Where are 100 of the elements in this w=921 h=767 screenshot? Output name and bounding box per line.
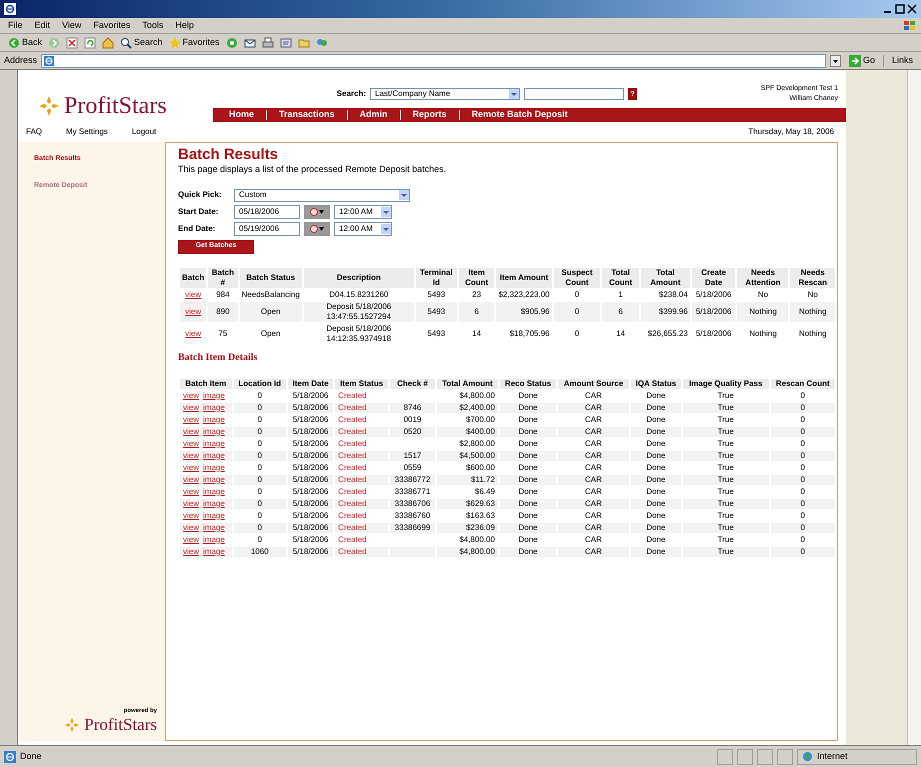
table-cell-text: 0 (256, 510, 263, 520)
nav-link[interactable]: Transactions (279, 108, 335, 122)
address-field[interactable] (41, 54, 826, 68)
menu-item[interactable]: Favorites (93, 18, 130, 32)
table-cell-text: Done (645, 438, 666, 448)
menu-item[interactable]: Edit (34, 18, 50, 32)
printer-icon[interactable] (262, 36, 274, 48)
table-cell-text: 0520 (402, 426, 422, 436)
search-select[interactable]: Last/Company Name (370, 88, 520, 100)
table-cell-text: 0019 (402, 414, 422, 424)
table-cell-text: $4,800.00 (458, 534, 496, 544)
table-cell-text: $2,323,223.00 (497, 290, 551, 300)
table-cell-text: 5493 (426, 306, 446, 318)
table-cell-text: 0 (800, 486, 806, 496)
view-link[interactable]: view (185, 328, 202, 338)
item-link[interactable]: view (183, 462, 200, 472)
mail-icon[interactable] (244, 36, 256, 48)
nav-link[interactable]: Home (229, 108, 254, 122)
item-link[interactable]: image (203, 462, 225, 472)
item-link[interactable]: view (183, 450, 200, 460)
page-icon (44, 56, 54, 66)
links-button[interactable]: Links (888, 54, 917, 68)
time-select[interactable]: 12:00 AM (334, 204, 392, 218)
item-link[interactable]: image (203, 486, 225, 496)
nav-link[interactable]: Remote Batch Deposit (472, 108, 568, 122)
search-button[interactable]: Search (120, 36, 163, 50)
table-cell-text: CAR (584, 522, 603, 532)
nav-link[interactable]: Reports (412, 108, 447, 122)
maximize-icon[interactable] (895, 4, 905, 14)
item-link[interactable]: image (203, 546, 225, 556)
item-link[interactable]: image (203, 450, 225, 460)
search-field[interactable] (524, 88, 624, 100)
item-link[interactable]: image (203, 474, 225, 484)
menu-item[interactable]: View (62, 18, 82, 32)
go-button[interactable]: Go (844, 54, 879, 68)
menu-item[interactable]: Help (175, 18, 194, 32)
item-link[interactable]: view (183, 498, 200, 508)
quick-pick-select[interactable]: Custom (234, 188, 410, 202)
status-text: Created (337, 498, 368, 508)
back-button[interactable]: Back (8, 36, 42, 50)
item-link[interactable]: image (203, 414, 225, 424)
item-link[interactable]: view (183, 510, 200, 520)
item-link[interactable]: image (203, 438, 225, 448)
scrollbar[interactable] (907, 70, 921, 745)
item-link[interactable]: image (203, 402, 225, 412)
nav-link[interactable]: Admin (360, 108, 388, 122)
table-cell-text: 33386699 (394, 522, 432, 532)
document-icon[interactable] (280, 36, 292, 48)
top-link[interactable]: Logout (132, 126, 156, 138)
item-link[interactable]: view (183, 522, 200, 532)
table-cell-text: Done (517, 522, 539, 532)
item-link[interactable]: view (183, 414, 200, 424)
table-cell-text: 5/18/2006 (292, 390, 330, 400)
stop-icon[interactable] (66, 36, 78, 48)
folder-icon[interactable] (298, 36, 310, 48)
media-icon[interactable] (226, 36, 238, 48)
item-link[interactable]: view (183, 426, 200, 436)
item-link[interactable]: image (203, 522, 225, 532)
view-link[interactable]: view (185, 306, 202, 316)
menu-item[interactable]: Tools (142, 18, 164, 32)
calendar-button[interactable] (304, 222, 330, 236)
table-cell-text: True (716, 474, 735, 484)
item-link[interactable]: view (183, 474, 200, 484)
view-link[interactable]: view (185, 290, 202, 298)
item-link[interactable]: view (183, 546, 200, 556)
date-field[interactable]: 05/18/2006 (234, 204, 300, 218)
item-link[interactable]: image (203, 426, 225, 436)
item-link[interactable]: view (183, 438, 200, 448)
close-icon[interactable] (907, 4, 917, 14)
house-icon[interactable] (102, 36, 114, 48)
column-header: Amount Source (558, 378, 629, 388)
top-link[interactable]: My Settings (66, 126, 108, 138)
item-link[interactable]: image (203, 534, 225, 544)
item-link[interactable]: view (183, 534, 200, 544)
table-cell-text: 5/18/2006 (292, 546, 330, 556)
menu-item[interactable]: File (8, 18, 23, 32)
table-cell-text: 6 (617, 306, 624, 318)
item-link[interactable]: image (203, 510, 225, 520)
table-cell-text: 33386772 (394, 474, 432, 484)
item-link[interactable]: image (203, 498, 225, 508)
table-cell-text: $2,800.00 (458, 438, 496, 448)
table-cell-text: NeedsBalancing (240, 290, 301, 300)
date-field[interactable]: 05/19/2006 (234, 222, 300, 236)
time-select[interactable]: 12:00 AM (334, 222, 392, 236)
favorites-button[interactable]: Favorites (168, 36, 220, 50)
table-cell-text: 0 (800, 546, 806, 556)
refresh-icon[interactable] (84, 36, 96, 48)
table-cell-text: 14 (471, 328, 482, 340)
calendar-button[interactable] (304, 204, 330, 218)
top-link[interactable]: FAQ (26, 126, 42, 138)
table-cell-text: Nothing (748, 328, 778, 340)
item-link[interactable]: view (183, 486, 200, 496)
table-cell-text: 0 (800, 462, 806, 472)
item-link[interactable]: view (183, 390, 200, 400)
table-cell-text: $11.72 (470, 474, 496, 484)
item-link[interactable]: image (203, 390, 225, 400)
table-cell-text: Open (260, 306, 282, 318)
status-text: Created (337, 462, 368, 472)
item-link[interactable]: view (183, 402, 200, 412)
table-cell-text: CAR (584, 426, 603, 436)
